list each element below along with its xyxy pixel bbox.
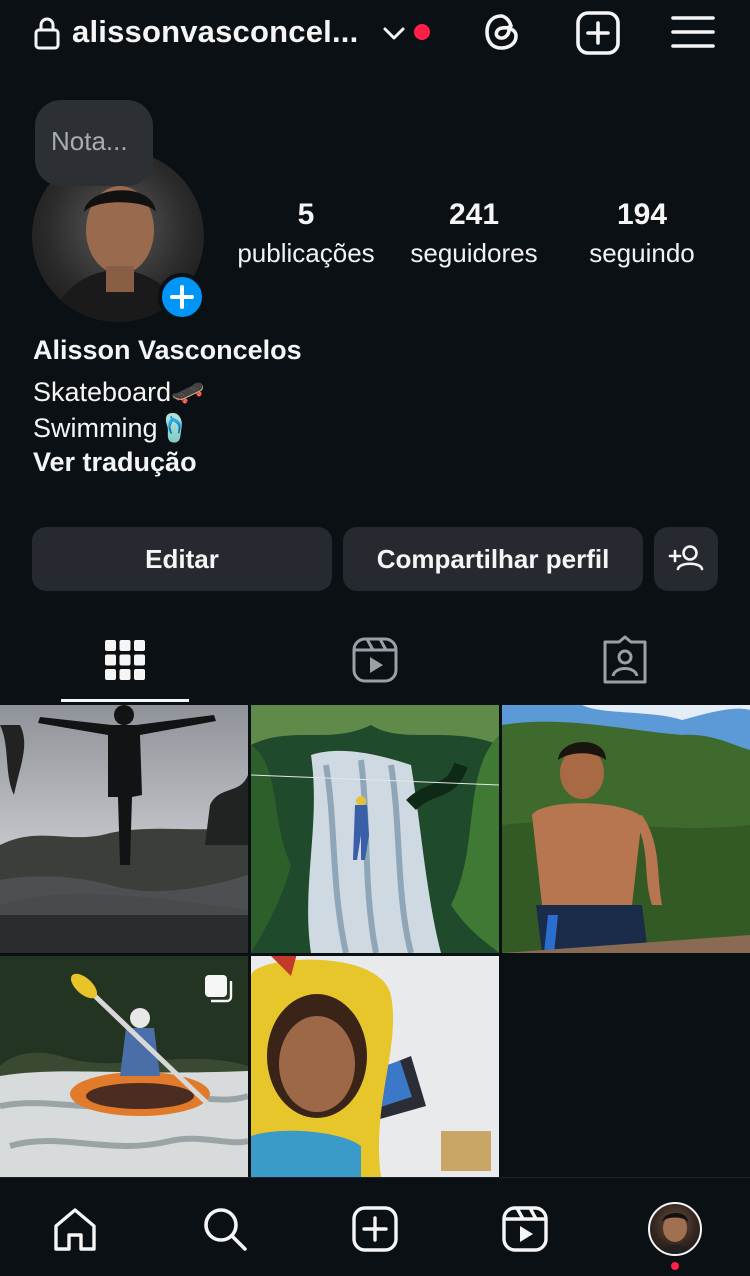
multiple-photos-icon <box>205 975 233 1003</box>
notification-dot <box>414 24 430 40</box>
bottom-navigation <box>0 1177 750 1276</box>
lock-icon <box>34 17 60 50</box>
grid-post[interactable] <box>251 956 499 1177</box>
active-tab-indicator <box>61 699 189 702</box>
grid-icon[interactable] <box>97 632 153 688</box>
stat-following-value: 194 <box>616 198 668 231</box>
post-yellow-costume-selfie <box>251 956 499 1177</box>
create-icon[interactable] <box>350 1204 400 1254</box>
grid-post[interactable] <box>251 705 499 953</box>
stat-posts-value: 5 <box>297 198 315 231</box>
bio-line: Skateboard🛹 <box>33 377 205 407</box>
create-post-icon[interactable] <box>575 10 621 56</box>
stat-following-label: seguindo <box>589 238 695 268</box>
post-waterfall-rappel <box>251 705 499 953</box>
post-silhouette-sunset <box>0 705 248 953</box>
note-bubble[interactable]: Nota... <box>35 100 153 186</box>
bio-line: Swimming🩴 <box>33 413 192 443</box>
add-story-button[interactable] <box>158 273 206 321</box>
grid-post[interactable] <box>0 956 248 1177</box>
add-person-icon <box>668 545 704 571</box>
edit-profile-button[interactable]: Editar <box>32 527 332 591</box>
stat-posts-label: publicações <box>237 238 375 268</box>
see-translation-link[interactable]: Ver tradução <box>33 447 197 478</box>
discover-people-button[interactable] <box>654 527 718 591</box>
profile-name: Alisson Vasconcelos <box>33 335 302 365</box>
stat-posts[interactable]: 5 publicações <box>230 198 382 269</box>
threads-icon[interactable] <box>480 10 524 54</box>
account-username[interactable]: alissonvasconcel... <box>72 14 358 50</box>
top-bar: alissonvasconcel... <box>0 0 750 72</box>
notification-dot <box>671 1262 679 1270</box>
grid-post[interactable] <box>502 705 750 953</box>
reels-icon[interactable] <box>500 1204 550 1254</box>
grid-post[interactable] <box>0 705 248 953</box>
profile-avatar[interactable] <box>648 1202 702 1256</box>
tagged-icon[interactable] <box>597 632 653 688</box>
share-profile-button[interactable]: Compartilhar perfil <box>343 527 643 591</box>
home-icon[interactable] <box>50 1204 100 1254</box>
search-icon[interactable] <box>200 1204 250 1254</box>
chevron-down-icon[interactable] <box>381 20 407 46</box>
stat-following[interactable]: 194 seguindo <box>578 198 706 269</box>
reels-icon[interactable] <box>347 632 403 688</box>
post-shirtless-mountain <box>502 705 750 953</box>
stat-followers-value: 241 <box>448 198 500 231</box>
stat-followers[interactable]: 241 seguidores <box>400 198 548 269</box>
plus-icon <box>170 285 194 309</box>
stat-followers-label: seguidores <box>410 238 538 268</box>
menu-icon[interactable] <box>670 12 716 52</box>
